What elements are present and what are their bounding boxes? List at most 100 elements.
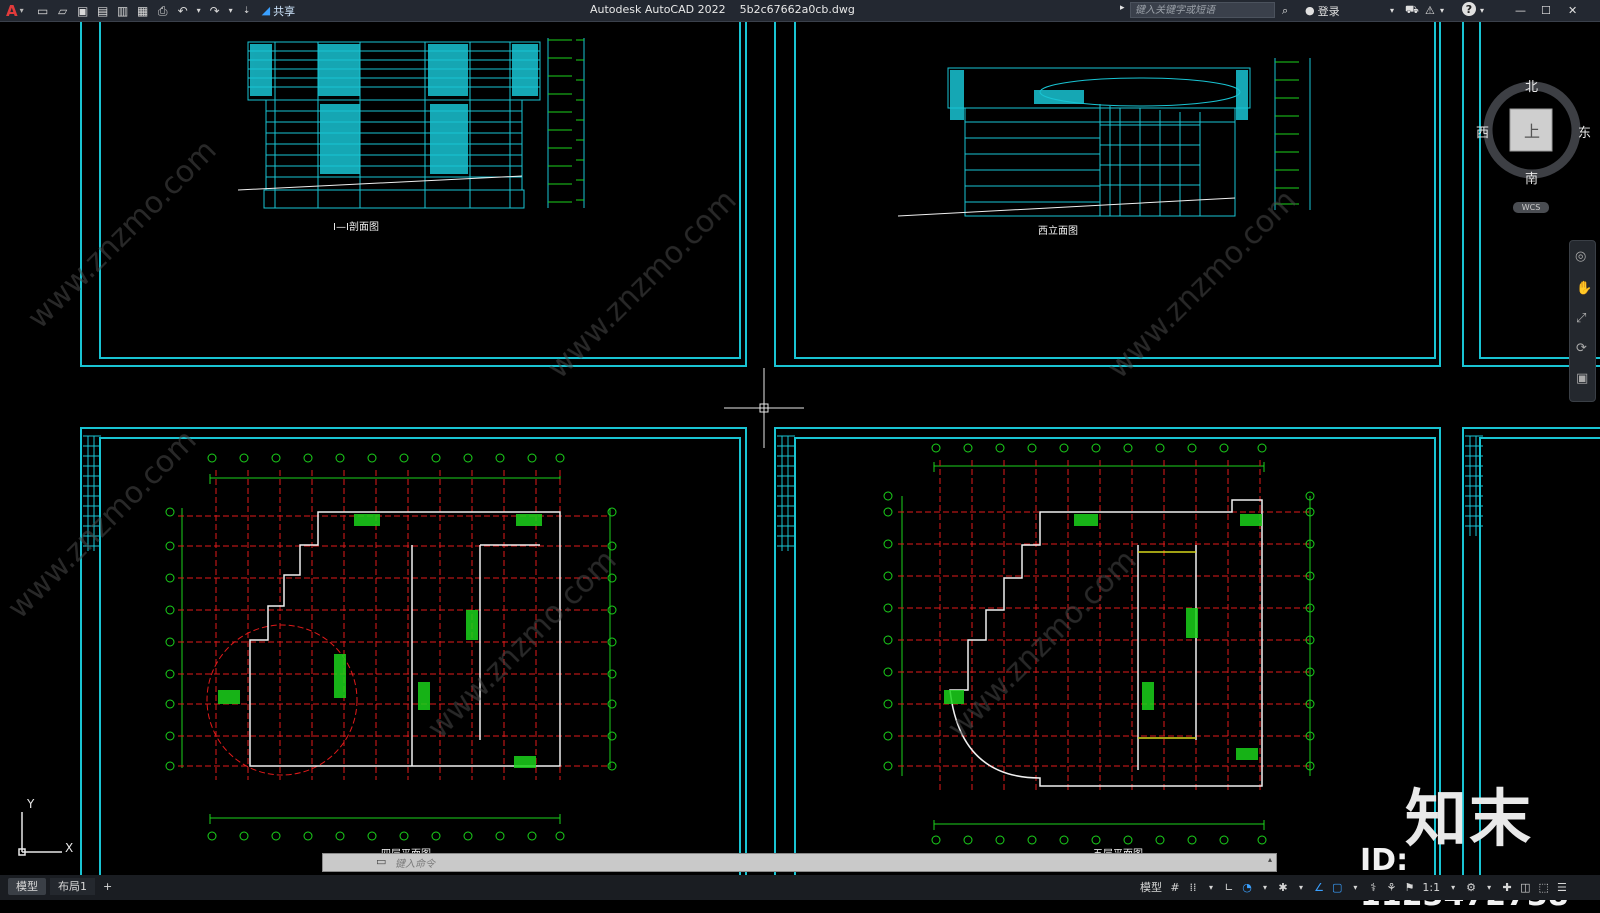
steering-wheel-icon[interactable]: ◎	[1575, 249, 1586, 264]
command-scroll-icon[interactable]: ▴	[1268, 855, 1272, 864]
plot-icon[interactable]: ⎙	[156, 4, 170, 18]
tab-add-button[interactable]: +	[95, 878, 120, 895]
cad-drawing-svg: I—I剖面图 西立面图 Y X www.znzmo.com www.znzmo.…	[1, 7, 1600, 889]
viewcube-east[interactable]: 东	[1578, 122, 1591, 141]
auto-scale-icon[interactable]: ⚘	[1386, 881, 1396, 894]
floor4-plan	[165, 453, 617, 841]
viewcube[interactable]: 北 南 西 东 上 WCS	[1476, 62, 1591, 213]
app-title: Autodesk AutoCAD 2022	[590, 3, 726, 16]
object-snap-tracking-icon[interactable]: ∠	[1314, 881, 1324, 894]
sheet-frame-outer-4	[80, 427, 747, 889]
app-dropdown-icon[interactable]: ▾	[1440, 2, 1444, 19]
sheet-frame-inner-5	[794, 437, 1436, 889]
annotation-scale-icon[interactable]: ⚑	[1404, 881, 1414, 894]
elevation-level-marks	[1275, 61, 1299, 205]
file-name: 5b2c67662a0cb.dwg	[739, 3, 855, 16]
annotation-visibility-icon[interactable]: ⚕	[1368, 881, 1378, 894]
clean-screen-icon[interactable]: ⬚	[1539, 881, 1549, 894]
command-input[interactable]: 键入命令	[395, 855, 435, 870]
status-toggles: 模型 # ⁞⁞ ▾ ∟ ◔ ▾ ✱ ▾ ∠ ▢ ▾ ⚕ ⚘ ⚑ 1:1 ▾ ⚙ …	[1140, 878, 1567, 896]
pan-icon[interactable]: ✋	[1576, 281, 1592, 296]
model-space-toggle[interactable]: 模型	[1140, 879, 1162, 895]
cart-icon[interactable]: ⛟	[1405, 2, 1419, 19]
redo-dropdown-icon[interactable]: ▾	[228, 4, 234, 18]
isodraft-icon[interactable]: ✱	[1278, 881, 1288, 894]
zoom-extents-icon[interactable]: ⤢	[1576, 311, 1586, 326]
showmotion-icon[interactable]: ▣	[1576, 371, 1588, 386]
units-icon[interactable]: ◫	[1520, 881, 1530, 894]
annotation-monitor-icon[interactable]: ✚	[1502, 881, 1512, 894]
workspace-dropdown-icon[interactable]: ▾	[1484, 883, 1494, 892]
watermark-text-3: www.znzmo.com	[1101, 183, 1304, 386]
new-file-icon[interactable]: ▭	[36, 4, 50, 18]
command-line[interactable]	[322, 853, 1277, 872]
watermark-text-4: www.znzmo.com	[1, 423, 204, 626]
maximize-icon[interactable]: ☐	[1541, 2, 1551, 19]
login-dropdown-icon[interactable]: ▾	[1390, 2, 1394, 19]
viewcube-north[interactable]: 北	[1525, 76, 1538, 95]
search-expand-icon[interactable]: ▸	[1120, 3, 1125, 13]
workspace-gear-icon[interactable]: ⚙	[1466, 881, 1476, 894]
polar-icon[interactable]: ◔	[1242, 881, 1252, 894]
tab-model[interactable]: 模型	[8, 878, 46, 895]
navigation-bar: ◎ ✋ ⤢ ⟳ ▣	[1569, 240, 1596, 402]
window-title: Autodesk AutoCAD 2022 5b2c67662a0cb.dwg	[590, 3, 855, 16]
elevation-title: 西立面图	[1038, 224, 1078, 237]
ucs-icon	[18, 812, 62, 856]
undo-icon[interactable]: ↶	[176, 4, 190, 18]
isodraft-dropdown-icon[interactable]: ▾	[1296, 883, 1306, 892]
quick-access-toolbar: ▭ ▱ ▣ ▤ ▥ ▦ ⎙ ↶ ▾ ↷ ▾ ⇣	[36, 4, 254, 18]
autodesk-app-icon[interactable]: ⚠	[1425, 2, 1435, 19]
command-history-icon[interactable]: ▭	[376, 855, 386, 868]
sheet-frame-outer-5	[774, 427, 1441, 889]
open-file-icon[interactable]: ▱	[56, 4, 70, 18]
title-bar: A ▾ ▭ ▱ ▣ ▤ ▥ ▦ ⎙ ↶ ▾ ↷ ▾ ⇣ ◢ 共享 Autodes…	[0, 0, 1600, 22]
viewcube-top-face[interactable]: 上	[1524, 118, 1540, 142]
ucs-x-label: X	[65, 841, 73, 855]
sheet-frame-inner-2	[794, 7, 1436, 359]
tab-layout1[interactable]: 布局1	[50, 878, 95, 895]
search-button[interactable]: ⌕	[1282, 2, 1288, 19]
redo-icon[interactable]: ↷	[208, 4, 222, 18]
section-level-marks	[548, 39, 584, 203]
save-icon[interactable]: ▣	[76, 4, 90, 18]
ucs-y-label: Y	[26, 797, 35, 811]
viewcube-west[interactable]: 西	[1476, 122, 1489, 141]
customization-menu-icon[interactable]: ☰	[1557, 881, 1567, 894]
wcs-menu[interactable]: WCS	[1513, 202, 1549, 213]
share-icon: ◢	[261, 4, 271, 17]
viewcube-south[interactable]: 南	[1525, 168, 1538, 187]
watermark-pattern: www.znzmo.com www.znzmo.com www.znzmo.co…	[1, 133, 1304, 746]
undo-dropdown-icon[interactable]: ▾	[196, 4, 202, 18]
annotation-scale-value[interactable]: 1:1	[1422, 881, 1440, 894]
grid-icon[interactable]: #	[1170, 881, 1180, 894]
snap-icon[interactable]: ⁞⁞	[1188, 881, 1198, 894]
object-snap-dropdown-icon[interactable]: ▾	[1350, 883, 1360, 892]
autocad-logo-icon[interactable]: A	[6, 2, 18, 20]
user-icon: ●	[1305, 4, 1315, 17]
login-button[interactable]: ● 登录	[1305, 2, 1340, 19]
app-menu-arrow-icon[interactable]: ▾	[20, 6, 24, 15]
scale-dropdown-icon[interactable]: ▾	[1448, 883, 1458, 892]
ortho-icon[interactable]: ∟	[1224, 881, 1234, 894]
open-web-icon[interactable]: ▥	[116, 4, 130, 18]
watermark-text-6: www.znzmo.com	[941, 543, 1144, 746]
help-dropdown-icon[interactable]: ▾	[1480, 2, 1484, 19]
search-input[interactable]: 键入关键字或短语	[1130, 2, 1275, 18]
watermark-text-5: www.znzmo.com	[421, 543, 624, 746]
drawing-canvas[interactable]: I—I剖面图 西立面图 Y X www.znzmo.com www.znzmo.…	[0, 7, 1600, 889]
minimize-icon[interactable]: —	[1515, 2, 1526, 19]
sheet-frame-outer-2	[774, 7, 1441, 367]
save-web-icon[interactable]: ▦	[136, 4, 150, 18]
object-snap-icon[interactable]: ▢	[1332, 881, 1342, 894]
snap-dropdown-icon[interactable]: ▾	[1206, 883, 1216, 892]
floor5-plan	[883, 443, 1315, 845]
elevation-windows	[950, 70, 1248, 120]
save-as-icon[interactable]: ▤	[96, 4, 110, 18]
share-button[interactable]: ◢ 共享	[262, 3, 295, 19]
orbit-icon[interactable]: ⟳	[1576, 341, 1587, 356]
close-icon[interactable]: ✕	[1568, 2, 1577, 19]
help-icon[interactable]: ?	[1462, 2, 1476, 16]
polar-dropdown-icon[interactable]: ▾	[1260, 883, 1270, 892]
customize-toolbar-icon[interactable]: ⇣	[240, 4, 254, 18]
